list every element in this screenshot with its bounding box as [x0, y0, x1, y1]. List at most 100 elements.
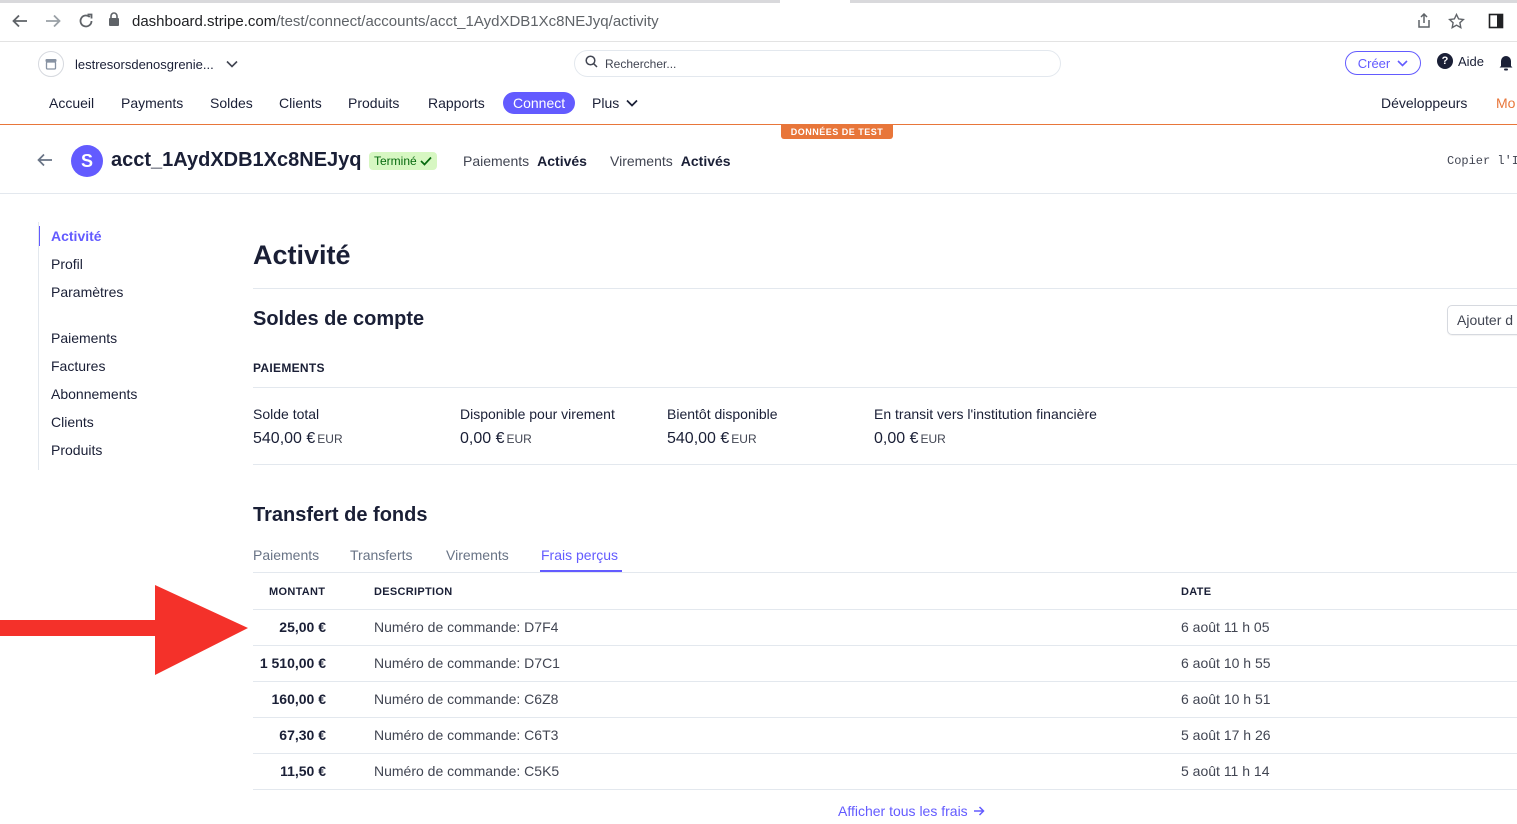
account-id: acct_1AydXDB1Xc8NEJyq — [111, 149, 362, 171]
divider — [253, 572, 1517, 573]
nav-developpeurs[interactable]: Développeurs — [1381, 95, 1467, 111]
row-description: Numéro de commande: C6T3 — [374, 727, 559, 743]
sidebar-item-profil[interactable]: Profil — [51, 256, 83, 272]
status-badge: Terminé — [369, 152, 437, 170]
divider — [253, 288, 1517, 289]
forward-icon[interactable] — [43, 11, 63, 31]
sidebar-item-paiements[interactable]: Paiements — [51, 330, 117, 346]
row-date: 5 août 17 h 26 — [1181, 727, 1271, 743]
share-icon[interactable] — [1415, 12, 1433, 30]
sidebar-item-activite[interactable]: Activité — [51, 228, 102, 244]
help-button[interactable]: ? Aide — [1437, 53, 1484, 69]
row-amount: 11,50 € — [280, 763, 326, 779]
nav-produits[interactable]: Produits — [348, 95, 399, 111]
nav-plus[interactable]: Plus — [592, 95, 638, 111]
balance-label: Solde total — [253, 406, 320, 422]
status-label: Terminé — [374, 154, 417, 168]
help-label: Aide — [1458, 53, 1485, 69]
main-navigation: Accueil Payments Soldes Clients Produits… — [0, 85, 1517, 125]
nav-mode-toggle[interactable]: Mo — [1496, 95, 1515, 111]
sidebar-item-abonnements[interactable]: Abonnements — [51, 386, 137, 402]
sidebar-toggle-icon[interactable] — [1487, 12, 1505, 30]
sidebar-item-parametres[interactable]: Paramètres — [51, 284, 123, 300]
url-text: dashboard.stripe.com/test/connect/accoun… — [132, 12, 659, 30]
row-description: Numéro de commande: C5K5 — [374, 763, 560, 779]
sidebar-divider — [38, 222, 39, 250]
page-title: Activité — [253, 240, 351, 270]
account-name: lestresorsdenosgrenie... — [75, 56, 214, 72]
payouts-capability-value: Activés — [680, 153, 731, 169]
balances-section-title: Soldes de compte — [253, 308, 425, 330]
row-description: Numéro de commande: D7F4 — [374, 619, 559, 635]
add-button[interactable]: Ajouter d — [1447, 305, 1517, 335]
divider — [253, 717, 1517, 718]
tab-frais-percus[interactable]: Frais perçus — [541, 547, 618, 563]
payments-capability-value: Activés — [537, 153, 587, 169]
row-date: 6 août 10 h 51 — [1181, 691, 1271, 707]
chevron-down-icon — [626, 99, 638, 107]
balance-pending: Bientôt disponible 540,00 € EUR — [667, 406, 778, 448]
reload-icon[interactable] — [76, 11, 96, 31]
divider — [253, 753, 1517, 754]
payments-capability-label: Paiements — [463, 153, 530, 169]
row-date: 6 août 10 h 55 — [1181, 655, 1271, 671]
row-amount: 67,30 € — [279, 727, 326, 743]
nav-accueil[interactable]: Accueil — [49, 95, 94, 111]
balance-value: 540,00 € EUR — [253, 430, 343, 447]
nav-soldes[interactable]: Soldes — [210, 95, 253, 111]
create-label: Créer — [1357, 55, 1391, 71]
lock-icon — [108, 11, 120, 31]
column-header-date[interactable]: DATE — [1181, 586, 1211, 598]
back-icon[interactable] — [10, 11, 30, 31]
browser-toolbar: dashboard.stripe.com/test/connect/accoun… — [0, 0, 1517, 42]
view-all-fees-link[interactable]: Afficher tous les frais — [838, 803, 985, 819]
balance-label: Bientôt disponible — [667, 406, 778, 422]
help-icon: ? — [1437, 53, 1453, 69]
account-switcher[interactable]: lestresorsdenosgrenie... — [38, 50, 238, 78]
row-description: Numéro de commande: C6Z8 — [374, 691, 559, 707]
nav-clients[interactable]: Clients — [279, 95, 322, 111]
tab-transferts[interactable]: Transferts — [350, 547, 413, 563]
create-button[interactable]: Créer — [1345, 51, 1421, 75]
balance-label: En transit vers l'institution financière — [874, 406, 1097, 422]
balance-value: 540,00 € EUR — [667, 430, 757, 447]
balance-total: Solde total 540,00 € EUR — [253, 406, 343, 448]
divider — [253, 464, 1517, 465]
dashboard-topbar: lestresorsdenosgrenie... Rechercher... C… — [0, 42, 1517, 85]
bell-icon[interactable] — [1498, 54, 1514, 76]
sidebar-item-clients[interactable]: Clients — [51, 414, 94, 430]
divider — [253, 609, 1517, 610]
account-header: S acct_1AydXDB1Xc8NEJyq Terminé Paiement… — [0, 139, 1517, 194]
transfer-section-title: Transfert de fonds — [253, 504, 428, 526]
star-icon[interactable] — [1447, 12, 1465, 30]
payments-capability: Paiements Activés — [463, 153, 587, 169]
divider — [253, 387, 1517, 388]
tab-virements[interactable]: Virements — [446, 547, 509, 563]
back-arrow-icon[interactable] — [37, 153, 53, 172]
sidebar-item-produits[interactable]: Produits — [51, 442, 102, 458]
tab-paiements[interactable]: Paiements — [253, 547, 319, 563]
copy-id-button[interactable]: Copier l'I — [1447, 154, 1517, 168]
nav-payments[interactable]: Payments — [121, 95, 183, 111]
chevron-down-icon — [1397, 59, 1408, 67]
divider — [253, 681, 1517, 682]
account-avatar: S — [71, 145, 103, 177]
search-input[interactable]: Rechercher... — [574, 50, 1061, 77]
column-header-amount[interactable]: MONTANT — [269, 586, 325, 598]
payments-balance-label: PAIEMENTS — [253, 361, 325, 375]
row-date: 5 août 11 h 14 — [1181, 763, 1270, 779]
view-all-label: Afficher tous les frais — [838, 803, 968, 819]
nav-plus-label: Plus — [592, 95, 620, 111]
balance-available: Disponible pour virement 0,00 € EUR — [460, 406, 615, 448]
nav-connect[interactable]: Connect — [503, 92, 576, 114]
sidebar-item-factures[interactable]: Factures — [51, 358, 105, 374]
payouts-capability-label: Virements — [610, 153, 673, 169]
column-header-description[interactable]: DESCRIPTION — [374, 586, 452, 598]
nav-rapports[interactable]: Rapports — [428, 95, 485, 111]
test-data-badge: DONNÉES DE TEST — [781, 125, 893, 139]
chevron-down-icon — [226, 60, 238, 68]
address-bar[interactable]: dashboard.stripe.com/test/connect/accoun… — [108, 7, 1408, 35]
balance-label: Disponible pour virement — [460, 406, 615, 422]
store-icon — [38, 51, 64, 77]
balance-value: 0,00 € EUR — [460, 430, 532, 447]
